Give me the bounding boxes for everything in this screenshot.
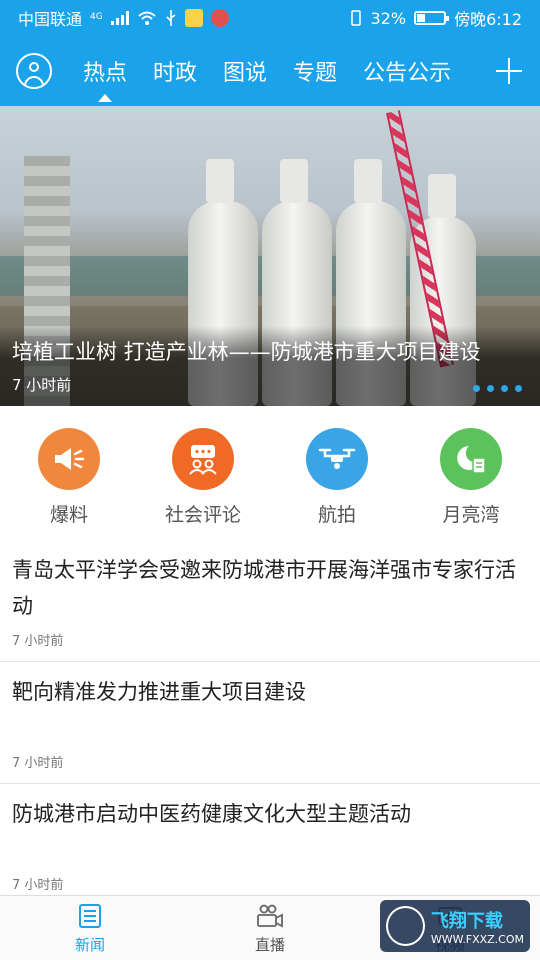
news-list: 青岛太平洋学会受邀来防城港市开展海洋强市专家行活动 7 小时前 靶向精准发力推进…	[0, 540, 540, 906]
shortcut-social-comment[interactable]: 社会评论	[143, 406, 263, 530]
headline-carousel[interactable]: 培植工业树 打造产业林——防城港市重大项目建设 7 小时前	[0, 106, 540, 406]
tab-live[interactable]: 直播	[180, 896, 360, 960]
list-item[interactable]: 防城港市启动中医药健康文化大型主题活动 7 小时前	[0, 784, 540, 906]
banner-time: 7 小时前	[12, 376, 72, 394]
banner-title[interactable]: 培植工业树 打造产业林——防城港市重大项目建设	[12, 336, 528, 366]
shortcut-label: 航拍	[317, 504, 356, 526]
app-notification-icon	[184, 9, 203, 27]
shortcut-label: 社会评论	[164, 504, 241, 526]
tab-hot[interactable]: 热点	[70, 36, 140, 106]
news-title: 靶向精准发力推进重大项目建设	[12, 680, 306, 704]
news-time: 7 小时前	[12, 634, 64, 649]
tab-photo[interactable]: 图说	[210, 36, 280, 106]
status-bar: 中国联通 4G 32% 傍晚6:12	[0, 0, 540, 36]
tab-politics[interactable]: 时政	[140, 36, 210, 106]
shortcut-moon-bay[interactable]: 月亮湾	[411, 406, 531, 530]
vibrate-icon	[350, 10, 361, 26]
tab-label: 新闻	[74, 935, 105, 954]
banner-caption: 培植工业树 打造产业林——防城港市重大项目建设 7 小时前	[0, 326, 540, 406]
site-watermark: 飞翔下载 WWW.FXXZ.COM	[380, 900, 530, 952]
shortcut-grid: 爆料 社会评论 航拍 月亮湾	[0, 406, 540, 530]
carousel-dot[interactable]	[515, 385, 522, 392]
battery-percent: 32%	[370, 8, 407, 28]
watermark-logo-icon	[386, 906, 425, 946]
tab-news[interactable]: 新闻	[0, 896, 180, 960]
network-type: 4G	[90, 12, 103, 22]
tab-topics[interactable]: 专题	[280, 36, 350, 106]
usb-icon	[166, 10, 176, 26]
news-title: 青岛太平洋学会受邀来防城港市开展海洋强市专家行活动	[12, 558, 516, 618]
shortcut-label: 月亮湾	[442, 504, 500, 526]
carrier-name: 中国联通	[18, 10, 83, 29]
news-time: 7 小时前	[12, 756, 64, 771]
tab-announcements[interactable]: 公告公示	[350, 36, 464, 106]
clock: 傍晚6:12	[454, 10, 522, 29]
user-avatar-icon[interactable]	[16, 53, 52, 89]
watermark-name: 飞翔下载	[430, 910, 503, 932]
carousel-dot[interactable]	[487, 385, 494, 392]
shortcut-label: 爆料	[49, 504, 88, 526]
chat-people-icon	[172, 428, 234, 490]
add-channel-icon[interactable]	[496, 58, 522, 84]
top-navigation: 热点 时政 图说 专题 公告公示	[0, 36, 540, 106]
app-notification-icon-2	[210, 9, 229, 27]
signal-icon	[110, 11, 129, 25]
carousel-dot[interactable]	[501, 385, 508, 392]
carousel-dot[interactable]	[473, 385, 480, 392]
list-item[interactable]: 青岛太平洋学会受邀来防城港市开展海洋强市专家行活动 7 小时前	[0, 540, 540, 662]
carousel-indicator	[473, 385, 522, 392]
news-title: 防城港市启动中医药健康文化大型主题活动	[12, 802, 411, 826]
drone-icon	[306, 428, 368, 490]
newspaper-icon	[79, 903, 101, 928]
shortcut-tipoff[interactable]: 爆料	[9, 406, 129, 530]
battery-icon	[414, 11, 450, 25]
tab-label: 直播	[254, 935, 285, 954]
moon-document-icon	[440, 428, 502, 490]
list-item[interactable]: 靶向精准发力推进重大项目建设 7 小时前	[0, 662, 540, 784]
shortcut-aerial[interactable]: 航拍	[277, 406, 397, 530]
channel-tabs: 热点 时政 图说 专题 公告公示	[70, 36, 464, 106]
watermark-url: WWW.FXXZ.COM	[430, 932, 524, 946]
wifi-icon	[138, 11, 156, 25]
live-camera-icon	[257, 904, 283, 927]
megaphone-icon	[38, 428, 100, 490]
